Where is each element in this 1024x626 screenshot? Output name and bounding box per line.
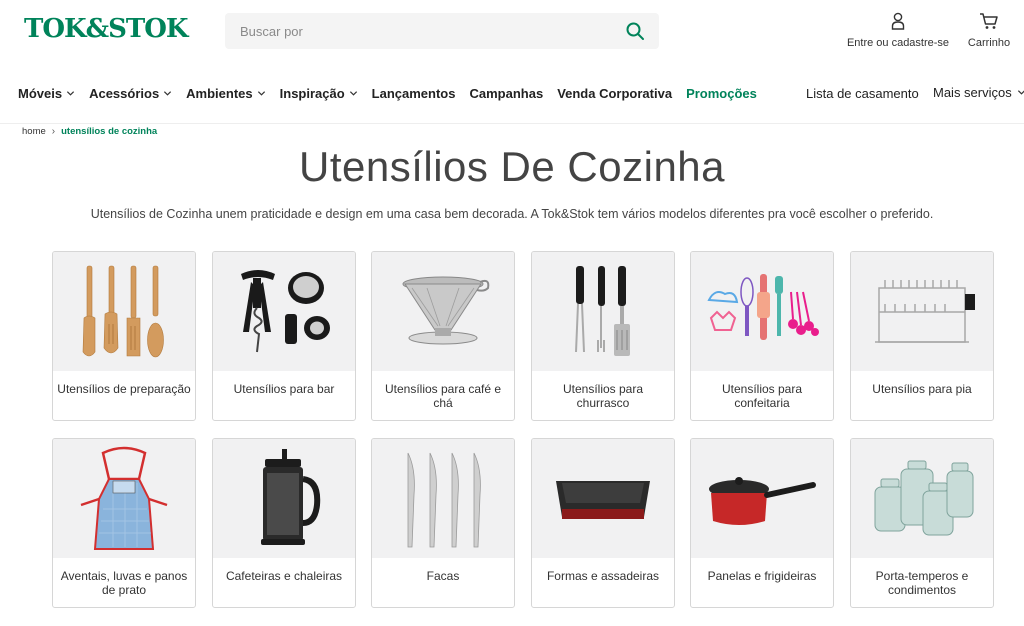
user-icon (891, 12, 905, 30)
category-image (213, 252, 355, 371)
category-card[interactable]: Utensílios para churrasco (531, 251, 675, 421)
nav-item-label: Promoções (686, 86, 757, 101)
nav-item-label: Móveis (18, 86, 63, 101)
category-image (532, 252, 674, 371)
more-services-menu[interactable]: Mais serviços (933, 85, 1024, 100)
chevron-down-icon (1017, 90, 1024, 95)
cart-label: Carrinho (967, 37, 1011, 49)
category-label: Porta-temperos e condimentos (875, 569, 969, 597)
category-card[interactable]: Utensílios para bar (212, 251, 356, 421)
corkscrew-icon (241, 270, 330, 353)
category-label: Utensílios para confeitaria (721, 382, 803, 410)
category-label: Utensílios para bar (233, 382, 335, 396)
saucepan-icon (709, 477, 816, 525)
breadcrumb-current: utensílios de cozinha (61, 126, 158, 137)
category-card[interactable]: Porta-temperos e condimentos (850, 438, 994, 608)
account-label: Entre ou cadastre-se (846, 37, 950, 49)
category-label: Utensílios de preparação (57, 382, 191, 396)
chevron-down-icon (257, 91, 265, 96)
category-card[interactable]: Cafeteiras e chaleiras (212, 438, 356, 608)
nav-item-acessorios[interactable]: Acessórios (89, 86, 172, 101)
more-services-label: Mais serviços (933, 85, 1012, 100)
category-image (851, 439, 993, 558)
category-label: Utensílios para pia (872, 382, 972, 396)
category-image (851, 252, 993, 371)
category-label: Panelas e frigideiras (707, 569, 817, 583)
category-image (53, 439, 195, 558)
category-image (53, 252, 195, 371)
wooden-spoons-icon (82, 265, 164, 358)
coffee-filter-icon (402, 276, 490, 345)
nav-item-label: Lançamentos (371, 86, 456, 101)
knives-icon (407, 452, 481, 548)
nav-item-promocoes[interactable]: Promoções (686, 86, 757, 101)
cart-icon (980, 13, 998, 29)
nav-item-label: Ambientes (186, 86, 253, 101)
category-card[interactable]: Utensílios para confeitaria (690, 251, 834, 421)
chevron-down-icon (67, 91, 75, 96)
search-icon[interactable] (625, 21, 645, 41)
main-nav: Móveis Acessórios Ambientes Inspiração L… (18, 86, 771, 101)
nav-item-ambientes[interactable]: Ambientes (186, 86, 265, 101)
breadcrumb: home › utensílios de cozinha (22, 126, 157, 137)
category-image (372, 439, 514, 558)
category-label: Facas (426, 569, 460, 583)
category-card[interactable]: Formas e assadeiras (531, 438, 675, 608)
category-card[interactable]: Panelas e frigideiras (690, 438, 834, 608)
category-card[interactable]: Facas (371, 438, 515, 608)
nav-item-label: Inspiração (279, 86, 345, 101)
page-title: Utensílios De Cozinha (298, 143, 726, 190)
wedding-list-link[interactable]: Lista de casamento (806, 86, 919, 101)
page-intro: Utensílios de Cozinha unem praticidade e… (90, 207, 934, 221)
brand-logo[interactable]: TOK&STOK (24, 14, 188, 44)
cart-link[interactable]: Carrinho (962, 12, 1016, 49)
search-bar (225, 13, 659, 49)
baking-pan-icon (556, 481, 650, 519)
breadcrumb-home[interactable]: home (22, 126, 46, 137)
category-card[interactable]: Utensílios para pia (850, 251, 994, 421)
category-label: Utensílios para churrasco (562, 382, 644, 410)
apron-icon (80, 446, 168, 550)
category-card[interactable]: Aventais, luvas e panos de prato (52, 438, 196, 608)
spice-jars-icon (874, 460, 974, 536)
nav-item-moveis[interactable]: Móveis (18, 86, 75, 101)
chevron-down-icon (349, 91, 357, 96)
category-label: Cafeteiras e chaleiras (225, 569, 343, 583)
category-image (532, 439, 674, 558)
nav-item-inspiracao[interactable]: Inspiração (280, 86, 358, 101)
category-image (213, 439, 355, 558)
dish-rack-icon (875, 280, 975, 343)
nav-item-label: Acessórios (89, 86, 160, 101)
site-header: TOK&STOK Entre ou cadastre-se Carrinho M… (0, 0, 1024, 124)
nav-item-lancamentos[interactable]: Lançamentos (372, 86, 456, 101)
category-image (372, 252, 514, 371)
wedding-list-label: Lista de casamento (806, 86, 919, 101)
category-label: Aventais, luvas e panos de prato (60, 569, 188, 597)
nav-item-venda-corporativa[interactable]: Venda Corporativa (557, 86, 672, 101)
chevron-down-icon (164, 91, 172, 96)
nav-item-label: Venda Corporativa (557, 86, 673, 101)
nav-item-label: Campanhas (469, 86, 544, 101)
account-link[interactable]: Entre ou cadastre-se (838, 12, 958, 49)
category-label: Formas e assadeiras (546, 569, 660, 583)
chevron-right-icon: › (51, 126, 56, 137)
search-input[interactable] (225, 13, 615, 49)
category-image (691, 439, 833, 558)
category-label: Utensílios para café e chá (384, 382, 502, 410)
baking-tools-icon (707, 274, 819, 340)
category-card[interactable]: Utensílios de preparação (52, 251, 196, 421)
bbq-tools-icon (575, 266, 630, 356)
category-image (691, 252, 833, 371)
french-press-icon (261, 449, 321, 545)
category-card[interactable]: Utensílios para café e chá (371, 251, 515, 421)
nav-item-campanhas[interactable]: Campanhas (469, 86, 543, 101)
